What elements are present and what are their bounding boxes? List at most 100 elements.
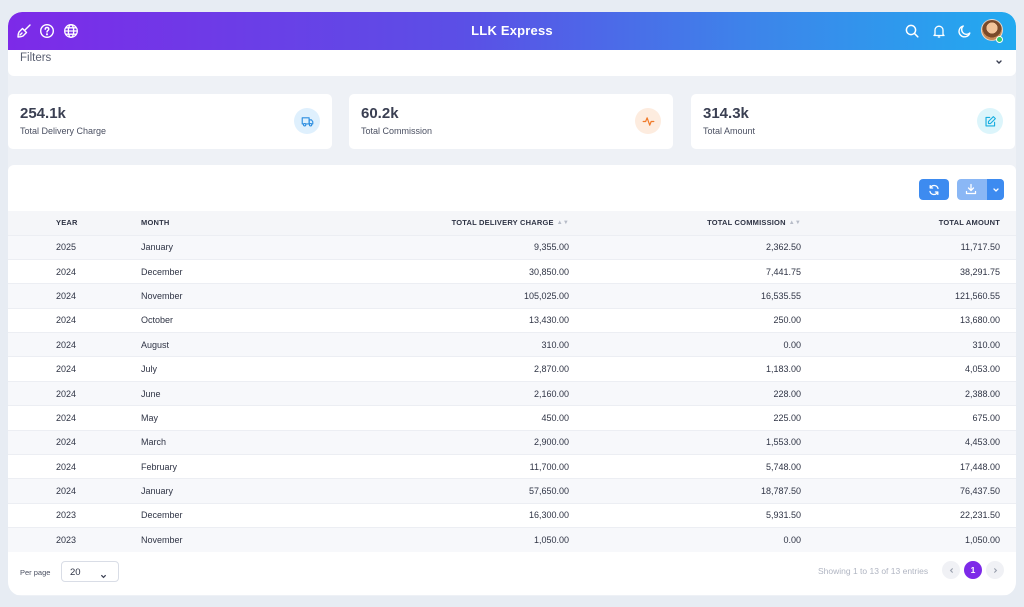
cell-total-amount: 4,453.00 [964, 437, 1000, 448]
cell-total-amount: 76,437.50 [959, 486, 1000, 497]
cell-year: 2025 [56, 242, 77, 253]
table-row: 2024 July 2,870.00 1,183.00 4,053.00 [8, 356, 1016, 381]
column-header-total-commission[interactable]: TOTAL COMMISSION ▲▼ [569, 211, 801, 235]
cell-month: February [141, 461, 178, 472]
refresh-button[interactable] [919, 179, 949, 200]
table-row: 2024 January 57,650.00 18,787.50 76,437.50 [8, 478, 1016, 504]
card-value: 60.2k [361, 105, 399, 122]
cell-year: 2024 [56, 461, 77, 472]
chevron-down-icon [992, 187, 999, 192]
cell-total-commission: 250.00 [773, 315, 801, 326]
filters-bar[interactable]: Filters [8, 50, 1016, 76]
chevron-down-icon[interactable] [994, 54, 1004, 64]
cell-month: March [141, 437, 167, 448]
refresh-icon [929, 184, 939, 195]
card-caption: Total Amount [703, 126, 756, 136]
cell-total-commission: 0.00 [783, 535, 801, 546]
table-row: 2023 November 1,050.00 0.00 1,050.00 [8, 527, 1016, 553]
table-row: 2024 May 450.00 225.00 675.00 [8, 405, 1016, 430]
cell-total-delivery-charge: 16,300.00 [528, 510, 569, 521]
cell-month: June [141, 388, 161, 399]
cell-year: 2024 [56, 412, 77, 423]
card-caption: Total Delivery Charge [20, 126, 107, 136]
export-button[interactable] [957, 179, 1004, 200]
card-total-commission: 60.2k Total Commission [349, 94, 673, 149]
data-panel: YEAR MONTH TOTAL DELIVERY CHARGE ▲▼ TOTAL… [8, 165, 1016, 595]
column-header-year[interactable]: YEAR [8, 211, 141, 235]
truck-icon [294, 108, 320, 134]
chevron-down-icon [99, 568, 108, 579]
bell-icon[interactable] [931, 23, 947, 39]
cell-total-amount: 13,680.00 [959, 315, 1000, 326]
table-footer: Per page 20 Showing 1 to 13 of 13 entrie… [8, 560, 1016, 590]
cell-month: October [141, 315, 174, 326]
cell-total-commission: 228.00 [773, 388, 801, 399]
page-button-1[interactable]: 1 [964, 561, 982, 579]
activity-icon [635, 108, 661, 134]
sort-icon[interactable]: ▲▼ [557, 220, 569, 226]
table-body: 2025 January 9,355.00 2,362.50 11,717.50 2024… [8, 235, 1016, 553]
cell-total-amount: 11,717.50 [960, 242, 1000, 253]
table-row: 2023 December 16,300.00 5,931.50 22,231.50 [8, 503, 1016, 527]
cell-year: 2024 [56, 364, 77, 375]
cell-month: November [141, 290, 183, 301]
cell-total-commission: 7,441.75 [765, 266, 801, 277]
prev-page-button[interactable] [942, 561, 960, 579]
cell-total-delivery-charge: 13,430.00 [528, 315, 569, 326]
table-row: 2024 December 30,850.00 7,441.75 38,291.75 [8, 259, 1016, 283]
cell-total-delivery-charge: 11,700.00 [529, 461, 569, 472]
card-caption: Total Commission [361, 126, 433, 136]
cell-total-commission: 1,183.00 [765, 364, 801, 375]
card-value: 254.1k [20, 105, 66, 122]
card-total-amount: 314.3k Total Amount [691, 94, 1015, 149]
filters-label: Filters [20, 52, 52, 64]
cell-total-amount: 675.00 [972, 412, 1000, 423]
per-page-select[interactable]: 20 [61, 561, 119, 582]
cell-total-delivery-charge: 9,355.00 [533, 242, 569, 253]
cell-month: December [141, 510, 183, 521]
cell-total-commission: 5,748.00 [765, 461, 801, 472]
cell-total-amount: 17,448.00 [959, 461, 1000, 472]
app-window: LLK Express Filters 254.1k Total Deliver… [8, 12, 1016, 596]
cell-year: 2023 [56, 510, 77, 521]
cell-total-amount: 310.00 [972, 339, 1000, 350]
report-table: YEAR MONTH TOTAL DELIVERY CHARGE ▲▼ TOTAL… [8, 211, 1016, 553]
cell-month: December [141, 266, 183, 277]
cell-total-commission: 18,787.50 [760, 486, 801, 497]
cell-total-amount: 2,388.00 [964, 388, 1000, 399]
search-icon[interactable] [904, 23, 920, 39]
export-dropdown-toggle[interactable] [987, 179, 1004, 200]
summary-cards: 254.1k Total Delivery Charge 60.2k Total… [8, 94, 1016, 149]
column-header-total-delivery-charge[interactable]: TOTAL DELIVERY CHARGE ▲▼ [391, 211, 569, 235]
cell-total-commission: 1,553.00 [765, 437, 801, 448]
chevron-right-icon [993, 567, 997, 573]
table-row: 2024 August 310.00 0.00 310.00 [8, 332, 1016, 357]
cell-total-amount: 4,053.00 [964, 364, 1000, 375]
cell-year: 2024 [56, 388, 77, 399]
app-title: LLK Express [471, 23, 553, 38]
per-page-label: Per page [20, 568, 51, 577]
next-page-button[interactable] [986, 561, 1004, 579]
cell-month: January [141, 486, 174, 497]
cell-total-commission: 0.00 [783, 339, 801, 350]
cell-year: 2024 [56, 339, 77, 350]
cell-total-commission: 225.00 [773, 412, 801, 423]
cell-total-delivery-charge: 57,650.00 [528, 486, 569, 497]
download-icon [965, 183, 977, 195]
cell-total-amount: 121,560.55 [954, 290, 1000, 301]
column-header-month[interactable]: MONTH [141, 211, 391, 235]
cell-year: 2023 [56, 535, 77, 546]
cell-year: 2024 [56, 315, 77, 326]
cell-total-delivery-charge: 105,025.00 [523, 290, 569, 301]
cell-total-delivery-charge: 310.00 [541, 339, 569, 350]
column-header-total-amount[interactable]: TOTAL AMOUNT [801, 211, 1016, 235]
cell-year: 2024 [56, 486, 77, 497]
moon-icon[interactable] [957, 23, 973, 39]
cell-month: January [141, 242, 174, 253]
table-header-row: YEAR MONTH TOTAL DELIVERY CHARGE ▲▼ TOTAL… [8, 211, 1016, 235]
entries-info: Showing 1 to 13 of 13 entries [818, 566, 929, 576]
edit-icon [977, 108, 1003, 134]
sort-icon[interactable]: ▲▼ [789, 220, 801, 226]
online-status-dot [996, 36, 1003, 43]
cell-year: 2024 [56, 437, 77, 448]
